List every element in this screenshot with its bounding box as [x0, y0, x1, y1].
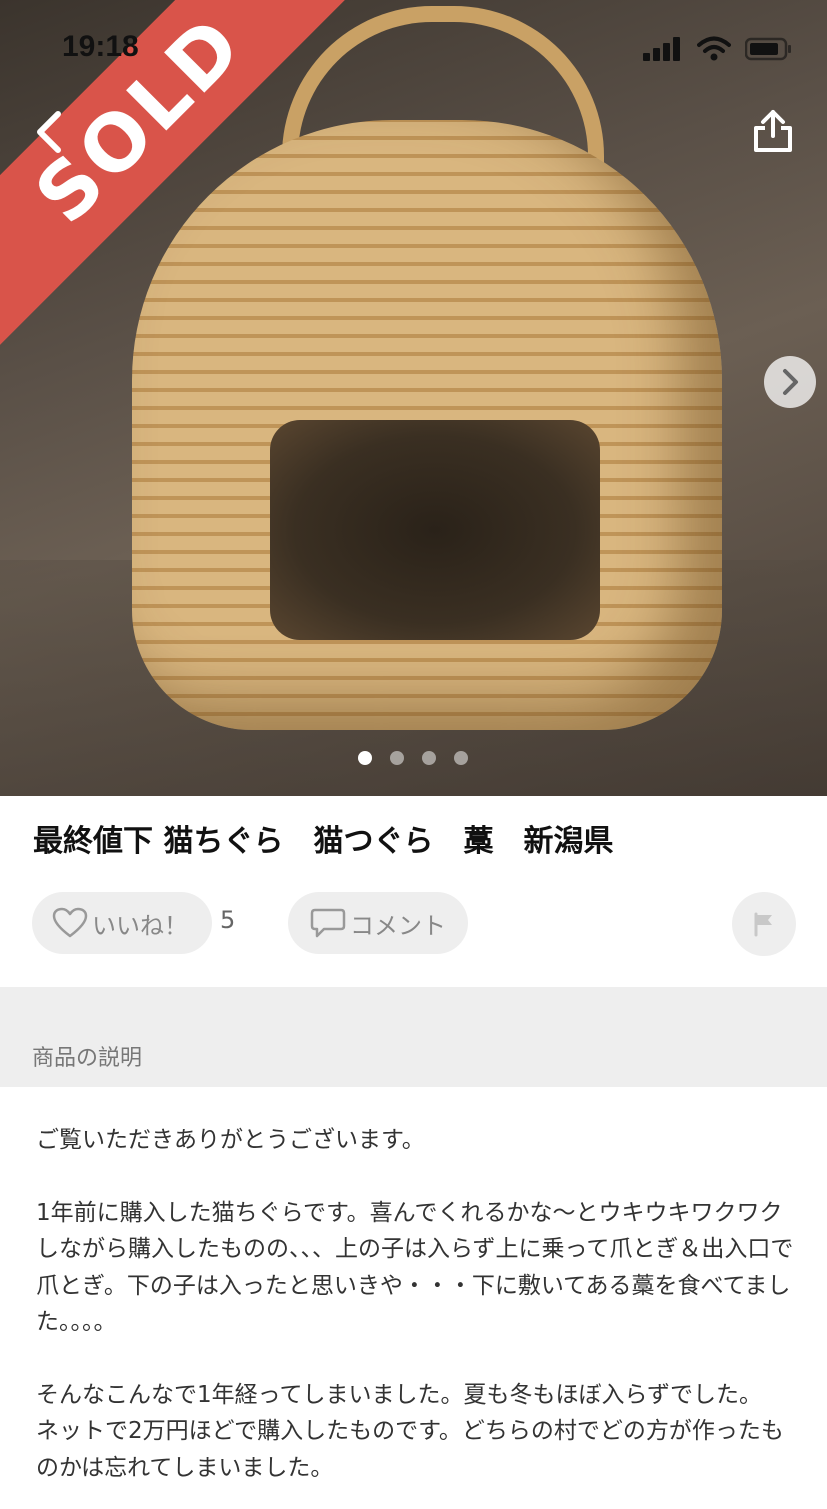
comment-label: コメント: [350, 911, 446, 940]
description-paragraph: ご覧いただきありがとうございます。: [36, 1127, 425, 1153]
carousel-dot[interactable]: [454, 751, 468, 765]
product-description: ご覧いただきありがとうございます。 1年前に購入した猫ちぐらです。喜んでくれるか…: [36, 1122, 796, 1486]
battery-icon: [745, 37, 791, 61]
like-count: 5: [220, 906, 236, 934]
chevron-right-icon: [783, 369, 798, 395]
chevron-left-icon: [37, 111, 61, 153]
carousel-dot[interactable]: [422, 751, 436, 765]
basket-opening: [270, 420, 600, 640]
comment-button[interactable]: コメント: [288, 892, 468, 954]
like-label: いいね！: [92, 911, 188, 940]
product-image-carousel[interactable]: SOLD: [0, 0, 827, 796]
description-section-header: [0, 987, 827, 1087]
signal-icon: [643, 37, 680, 61]
report-button[interactable]: [732, 892, 796, 956]
flag-icon: [754, 912, 772, 937]
heart-icon: [52, 907, 88, 938]
carousel-dot[interactable]: [390, 751, 404, 765]
description-paragraph: 1年前に購入した猫ちぐらです。喜んでくれるかな〜とウキウキワクワクしながら購入し…: [36, 1199, 794, 1336]
status-bar: 19:18: [0, 0, 827, 96]
status-icons: [643, 36, 793, 62]
share-icon: [754, 110, 792, 152]
description-paragraph: そんなこんなで1年経ってしまいました。夏も冬もほぼ入らずでした。: [36, 1381, 763, 1408]
carousel-indicator: [358, 751, 468, 765]
product-title: 最終値下 猫ちぐら 猫つぐら 藁 新潟県: [33, 824, 614, 859]
like-button[interactable]: いいね！: [32, 892, 212, 954]
share-button[interactable]: [748, 106, 798, 156]
wifi-icon: [697, 36, 731, 61]
carousel-dot[interactable]: [358, 751, 372, 765]
next-image-button[interactable]: [764, 356, 816, 408]
status-time: 19:18: [62, 30, 139, 63]
comment-icon: [310, 908, 346, 938]
description-paragraph: ネットで2万円ほどで購入したものです。どちらの村でどの方が作ったものかは忘れてし…: [36, 1418, 784, 1481]
description-section-title: 商品の説明: [32, 1046, 143, 1071]
back-button[interactable]: [26, 108, 74, 156]
